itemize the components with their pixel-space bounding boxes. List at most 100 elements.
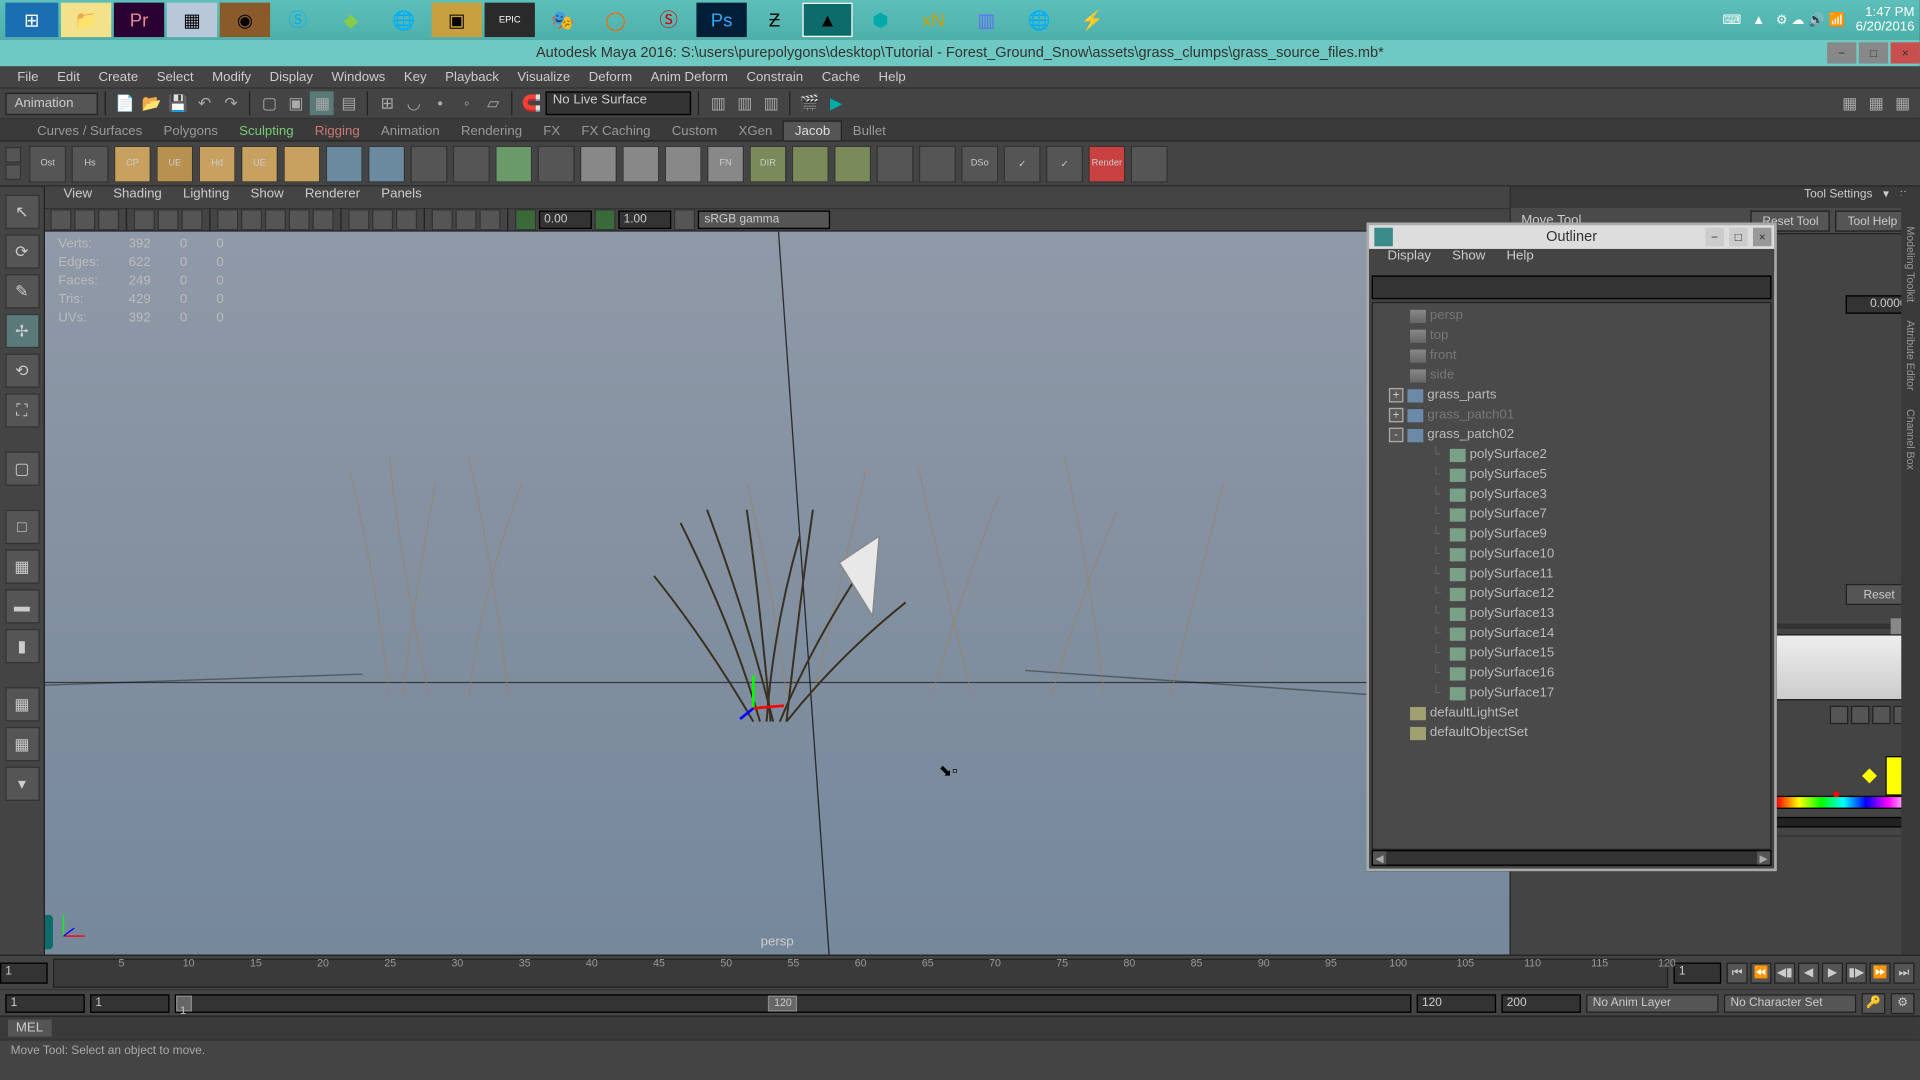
step-fwd-button[interactable]: ▮▶ bbox=[1846, 962, 1867, 983]
snap-c-icon[interactable]: ◡ bbox=[402, 91, 426, 115]
menu-anim-deform[interactable]: Anim Deform bbox=[641, 70, 737, 85]
outliner-item-defaultObjectSet[interactable]: defaultObjectSet bbox=[1373, 723, 1770, 743]
app-icon[interactable]: ◉ bbox=[220, 3, 270, 37]
xnormal-icon[interactable]: xN bbox=[908, 3, 958, 37]
out-icon[interactable]: ▥ bbox=[759, 91, 783, 115]
app4-icon[interactable]: ◯ bbox=[591, 3, 641, 37]
shelf-tab-animation[interactable]: Animation bbox=[370, 122, 450, 141]
select-tool[interactable]: ↖ bbox=[5, 195, 39, 229]
sel-hier-icon[interactable]: ▦ bbox=[310, 91, 334, 115]
vp-grid[interactable] bbox=[134, 209, 155, 230]
outliner-max[interactable]: □ bbox=[1729, 228, 1748, 247]
vp-menu-lighting[interactable]: Lighting bbox=[172, 187, 240, 208]
sel-comp-icon[interactable]: ▣ bbox=[284, 91, 308, 115]
shelf-tab-rigging[interactable]: Rigging bbox=[304, 122, 370, 141]
outliner-item-polySurface14[interactable]: └polySurface14 bbox=[1373, 624, 1770, 644]
outliner-item-grass_parts[interactable]: +grass_parts bbox=[1373, 385, 1770, 405]
vp-menu-view[interactable]: View bbox=[53, 187, 103, 208]
render-icon[interactable]: 🎬 bbox=[798, 91, 822, 115]
anim-layer-dropdown[interactable]: No Anim Layer bbox=[1586, 994, 1718, 1013]
shelf-tab-jacob[interactable]: Jacob bbox=[783, 120, 842, 140]
shelf-button-3[interactable]: UE bbox=[156, 145, 193, 182]
shelf-button-15[interactable] bbox=[665, 145, 702, 182]
snap-pl-icon[interactable]: ▱ bbox=[481, 91, 505, 115]
anim-start[interactable]: 1 bbox=[5, 994, 84, 1013]
vp-menu-panels[interactable]: Panels bbox=[371, 187, 433, 208]
menu-key[interactable]: Key bbox=[395, 70, 436, 85]
vp-xray[interactable] bbox=[455, 209, 476, 230]
shelf-tab-fx[interactable]: FX bbox=[533, 122, 571, 141]
open-icon[interactable]: 📂 bbox=[140, 91, 164, 115]
shelf-tab-polygons[interactable]: Polygons bbox=[153, 122, 229, 141]
shelf-button-2[interactable]: CP bbox=[114, 145, 151, 182]
outliner-search[interactable] bbox=[1372, 275, 1772, 299]
menu-playback[interactable]: Playback bbox=[436, 70, 508, 85]
shelf-button-9[interactable] bbox=[410, 145, 447, 182]
menu-file[interactable]: File bbox=[8, 70, 48, 85]
vp-gam-t[interactable] bbox=[594, 209, 615, 230]
shelf-opts-top[interactable] bbox=[5, 147, 21, 163]
p4v-icon[interactable]: ◆ bbox=[326, 3, 376, 37]
step-back-button[interactable]: ◀▮ bbox=[1774, 962, 1795, 983]
shelf-button-26[interactable] bbox=[1131, 145, 1168, 182]
tool-settings-tab[interactable]: Tool Settings bbox=[1799, 187, 1878, 208]
layout-2v[interactable]: ▮ bbox=[5, 629, 39, 663]
vp-sel-cam[interactable] bbox=[50, 209, 71, 230]
shelf-button-25[interactable]: Render bbox=[1088, 145, 1125, 182]
vp-iso[interactable] bbox=[432, 209, 453, 230]
panel-min-icon[interactable]: ▾ bbox=[1878, 187, 1895, 208]
in-icon[interactable]: ▥ bbox=[733, 91, 757, 115]
shelf-button-4[interactable]: Hd bbox=[199, 145, 236, 182]
outliner-close[interactable]: × bbox=[1753, 228, 1772, 247]
minimize-button[interactable]: − bbox=[1827, 42, 1856, 63]
vp-ao[interactable] bbox=[348, 209, 369, 230]
clock[interactable]: 1:47 PM 6/20/2016 bbox=[1856, 5, 1915, 34]
layout-single[interactable]: □ bbox=[5, 510, 39, 544]
outliner-item-polySurface16[interactable]: └polySurface16 bbox=[1373, 663, 1770, 683]
outliner-item-polySurface10[interactable]: └polySurface10 bbox=[1373, 544, 1770, 564]
menu-display[interactable]: Display bbox=[260, 70, 322, 85]
vp-light[interactable] bbox=[289, 209, 310, 230]
snap-p-icon[interactable]: • bbox=[428, 91, 452, 115]
expand-toggle[interactable]: + bbox=[1389, 388, 1404, 403]
goto-start-button[interactable]: ⏮ bbox=[1726, 962, 1747, 983]
play-back-button[interactable]: ◀ bbox=[1798, 962, 1819, 983]
shelf-button-20[interactable] bbox=[876, 145, 913, 182]
vp-res-gate[interactable] bbox=[181, 209, 202, 230]
maximize-button[interactable]: □ bbox=[1859, 42, 1888, 63]
photoshop-icon[interactable]: Ps bbox=[696, 3, 746, 37]
calc-icon[interactable]: ▦ bbox=[167, 3, 217, 37]
character-set-dropdown[interactable]: No Character Set bbox=[1724, 994, 1856, 1013]
menu-cache[interactable]: Cache bbox=[812, 70, 869, 85]
vp-mb[interactable] bbox=[396, 209, 417, 230]
shelf-tab-xgen[interactable]: XGen bbox=[728, 122, 783, 141]
expand-toggle[interactable]: + bbox=[1389, 408, 1404, 423]
outliner-item-polySurface15[interactable]: └polySurface15 bbox=[1373, 643, 1770, 663]
explorer-icon[interactable]: 📁 bbox=[61, 3, 111, 37]
vp-bookmark[interactable] bbox=[74, 209, 95, 230]
curve-preset-3[interactable] bbox=[1872, 706, 1891, 725]
rotate-tool[interactable]: ⟲ bbox=[5, 354, 39, 388]
curve-preset-2[interactable] bbox=[1851, 706, 1870, 725]
live-icon[interactable]: 🧲 bbox=[520, 91, 544, 115]
app3-icon[interactable]: 🎭 bbox=[538, 3, 588, 37]
vp-menu-renderer[interactable]: Renderer bbox=[294, 187, 370, 208]
viewport[interactable]: Verts:39200Edges:62200Faces:24900Tris:42… bbox=[45, 232, 1509, 955]
snap-g-icon[interactable]: ⊞ bbox=[375, 91, 399, 115]
scroll-right-arrow[interactable]: ▶ bbox=[1757, 851, 1770, 864]
play-fwd-button[interactable]: ▶ bbox=[1822, 962, 1843, 983]
last-tool[interactable]: ▢ bbox=[5, 451, 39, 485]
outliner-item-polySurface9[interactable]: └polySurface9 bbox=[1373, 524, 1770, 544]
menu-constrain[interactable]: Constrain bbox=[737, 70, 812, 85]
shelf-button-1[interactable]: Hs bbox=[71, 145, 108, 182]
sel-obj-icon[interactable]: ▢ bbox=[257, 91, 281, 115]
range-start[interactable]: 1 bbox=[90, 994, 169, 1013]
redo-icon[interactable]: ↷ bbox=[219, 91, 243, 115]
snap-v-icon[interactable]: ◦ bbox=[455, 91, 479, 115]
zbrush-icon[interactable]: Ƶ bbox=[749, 3, 799, 37]
move-gizmo[interactable] bbox=[733, 669, 786, 729]
menu-help[interactable]: Help bbox=[869, 70, 915, 85]
menu-create[interactable]: Create bbox=[89, 70, 147, 85]
premiere-icon[interactable]: Pr bbox=[114, 3, 164, 37]
range-track[interactable]: 1 120 bbox=[175, 994, 1412, 1013]
